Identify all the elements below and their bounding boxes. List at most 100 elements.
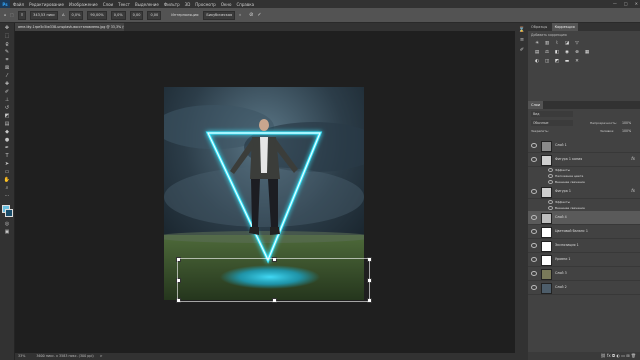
balance-icon[interactable]: ⚖ (544, 50, 550, 55)
tab-layers[interactable]: Слои (528, 101, 544, 109)
w-field[interactable]: 0,0% (68, 10, 84, 20)
healing-tool-icon[interactable]: ✚ (3, 81, 11, 87)
gradient-map-icon[interactable]: ▬ (564, 59, 570, 64)
hue-icon[interactable]: ▤ (534, 50, 540, 55)
layer-row[interactable]: Цветовой баланс 1 (528, 225, 640, 239)
document-tab[interactable]: ame-tky-1rpe5c5iw338-unsplash-восстановл… (15, 23, 124, 31)
menu-image[interactable]: Изображение (69, 2, 98, 7)
brightness-icon[interactable]: ☀ (534, 41, 540, 46)
visibility-eye-icon[interactable] (548, 174, 553, 178)
layer-row[interactable]: Фигура 1 fx (528, 185, 640, 199)
gradient-tool-icon[interactable]: ▤ (3, 121, 11, 127)
blur-tool-icon[interactable]: ◆ (3, 129, 11, 135)
delta-icon[interactable]: Δ (62, 13, 64, 17)
menu-window[interactable]: Окно (221, 2, 232, 7)
menu-edit[interactable]: Редактирование (29, 2, 64, 7)
path-select-tool-icon[interactable]: ➤ (3, 161, 11, 167)
move-tool-icon[interactable]: ✥ (3, 25, 11, 31)
screen-mode-icon[interactable]: ▣ (3, 229, 11, 235)
menu-filter[interactable]: Фильтр (164, 2, 180, 7)
close-icon[interactable]: ✕ (635, 0, 638, 8)
layer-name[interactable]: Слой 1 (555, 143, 567, 147)
layer-name[interactable]: Слой 3 (555, 271, 567, 275)
menu-view[interactable]: Просмотр (195, 2, 216, 7)
visibility-eye-icon[interactable] (531, 157, 537, 162)
visibility-eye-icon[interactable] (531, 257, 537, 262)
trash-icon[interactable]: 🗑 (631, 353, 636, 358)
visibility-eye-icon[interactable] (531, 229, 537, 234)
lasso-tool-icon[interactable]: ϱ (3, 41, 11, 47)
layer-row[interactable]: Слой 3 (528, 267, 640, 281)
layer-name[interactable]: Слой 2 (555, 285, 567, 289)
posterize-icon[interactable]: ◫ (544, 59, 550, 64)
interp-select[interactable]: Бикубическая (203, 10, 236, 20)
brushes-icon[interactable]: ✐ (518, 47, 526, 53)
quick-select-tool-icon[interactable]: ✎ (3, 49, 11, 55)
folder-icon[interactable]: ▭ (621, 353, 625, 358)
history-icon[interactable]: ⌛ (518, 27, 526, 33)
dodge-tool-icon[interactable]: ● (3, 137, 11, 143)
reference-point-field[interactable]: ⠿ (17, 10, 27, 20)
zoom-readout[interactable]: 33% (18, 354, 25, 358)
layer-row[interactable]: Экспозиция 1 (528, 239, 640, 253)
warp-icon[interactable]: ⌗ (239, 13, 241, 17)
layer-name[interactable]: Экспозиция 1 (555, 243, 579, 247)
layer-row[interactable]: Слой 4 (528, 211, 640, 225)
menu-layers[interactable]: Слои (103, 2, 113, 7)
more-tools-icon[interactable]: ⋯ (3, 193, 11, 199)
home-icon[interactable]: ⌂ (4, 13, 6, 17)
maximize-icon[interactable]: □ (624, 0, 628, 8)
lookup-icon[interactable]: ▦ (584, 50, 590, 55)
skew-v-field[interactable]: 0,00 (147, 10, 162, 20)
selective-color-icon[interactable]: ✕ (574, 59, 580, 64)
x-field[interactable]: 343,53 пикс (30, 10, 59, 20)
eraser-tool-icon[interactable]: ◩ (3, 113, 11, 119)
tab-swatches[interactable]: Образцы (528, 23, 550, 31)
h-field[interactable]: 90,00% (87, 10, 107, 20)
eyedropper-tool-icon[interactable]: ⁄ (3, 73, 11, 79)
layer-name[interactable]: Уровни 1 (555, 257, 571, 261)
history-brush-tool-icon[interactable]: ↺ (3, 105, 11, 111)
layer-name[interactable]: Фигура 1 (555, 189, 571, 193)
layer-name[interactable]: Цветовой баланс 1 (555, 229, 588, 233)
new-layer-icon[interactable]: ⊞ (626, 353, 629, 358)
layer-name[interactable]: Фигура 1 копия (555, 157, 582, 161)
zoom-tool-icon[interactable]: ⌕ (3, 185, 11, 191)
visibility-eye-icon[interactable] (548, 180, 553, 184)
threshold-icon[interactable]: ◩ (554, 59, 560, 64)
visibility-eye-icon[interactable] (531, 285, 537, 290)
properties-icon[interactable]: ≡ (518, 37, 526, 43)
visibility-eye-icon[interactable] (548, 206, 553, 210)
adjust-layer-icon[interactable]: ◐ (616, 353, 620, 358)
type-tool-icon[interactable]: T (3, 153, 11, 159)
mask-icon[interactable]: ◘ (612, 353, 615, 358)
background-color-swatch[interactable] (5, 209, 13, 217)
layer-filter-search[interactable]: Вид (531, 111, 573, 117)
shape-tool-icon[interactable]: ▭ (3, 169, 11, 175)
layer-row[interactable]: Слой 1 (528, 139, 640, 153)
skew-h-field[interactable]: 0,00 (129, 10, 144, 20)
layer-fx-icon[interactable]: fx (631, 156, 635, 161)
menu-help[interactable]: Справка (236, 2, 254, 7)
hand-tool-icon[interactable]: ✋ (3, 177, 11, 183)
quick-mask-icon[interactable]: ◎ (3, 221, 11, 227)
commit-icon[interactable]: ✓ (257, 12, 261, 18)
menu-file[interactable]: Файл (13, 2, 24, 7)
stamp-tool-icon[interactable]: ⊥ (3, 97, 11, 103)
crop-tool-icon[interactable]: ⌗ (3, 57, 11, 63)
fill-value[interactable]: 100% (622, 129, 631, 133)
menu-type[interactable]: Текст (118, 2, 130, 7)
marquee-tool-icon[interactable]: ⬚ (3, 33, 11, 39)
layer-name[interactable]: Слой 4 (555, 215, 567, 219)
visibility-eye-icon[interactable] (548, 200, 553, 204)
link-icon[interactable]: ⛓ (601, 353, 606, 358)
mixer-icon[interactable]: ⊕ (574, 50, 580, 55)
levels-icon[interactable]: ▥ (544, 41, 550, 46)
invert-icon[interactable]: ◐ (534, 59, 540, 64)
menu-3d[interactable]: 3D (185, 2, 191, 7)
visibility-eye-icon[interactable] (531, 189, 537, 194)
curves-icon[interactable]: ⌇ (554, 41, 560, 46)
frame-tool-icon[interactable]: ⊠ (3, 65, 11, 71)
visibility-eye-icon[interactable] (548, 168, 553, 172)
exposure-icon[interactable]: ◪ (564, 41, 570, 46)
